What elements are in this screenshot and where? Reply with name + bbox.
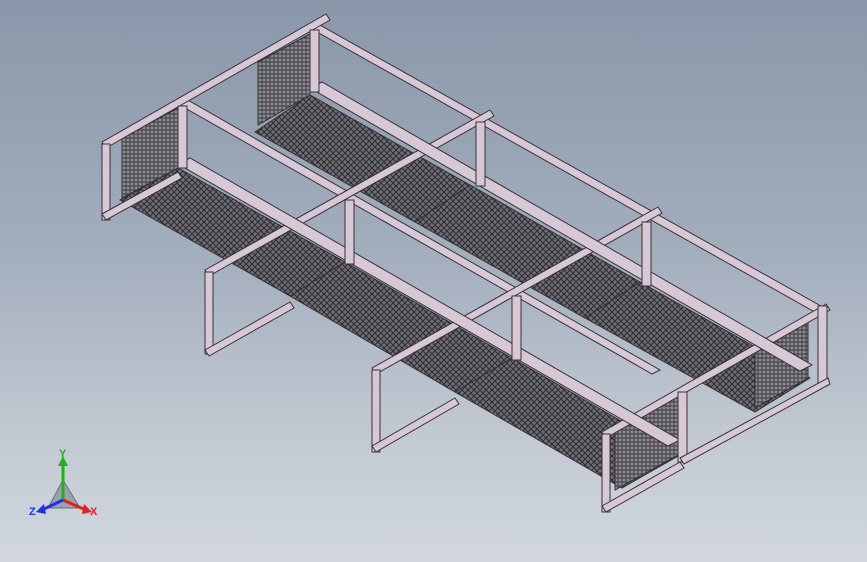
frame-members — [101, 13, 831, 513]
triad-z-label: Z — [29, 506, 36, 518]
deck-grating — [118, 94, 811, 489]
graphics-viewport[interactable]: Y X Z — [0, 0, 867, 562]
triad-x-label: X — [90, 506, 98, 518]
orientation-triad[interactable]: Y X Z — [29, 448, 98, 518]
z-arrow-icon — [36, 504, 46, 514]
walkway-model[interactable] — [101, 13, 831, 513]
triad-y-label: Y — [59, 448, 67, 460]
